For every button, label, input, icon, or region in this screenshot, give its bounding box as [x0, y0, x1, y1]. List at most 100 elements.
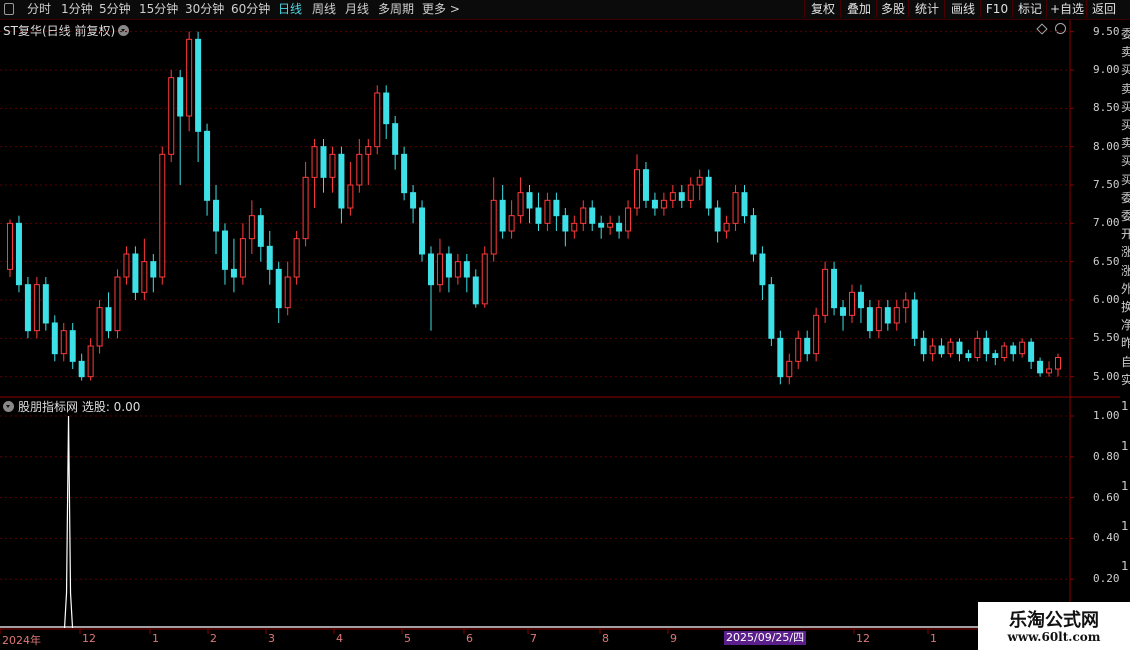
date-tick-label: 7	[530, 632, 537, 645]
candle-body	[105, 307, 112, 332]
candle-body	[965, 353, 972, 358]
price-tick-label: 8.50	[1093, 101, 1120, 115]
side-info-char: 昨	[1121, 336, 1130, 351]
candle-body	[445, 253, 452, 278]
candle-body	[427, 253, 434, 286]
side-info-char: 开	[1121, 227, 1130, 242]
candle-body	[239, 238, 246, 278]
side-info-char: 净	[1121, 318, 1130, 333]
candle-body	[230, 268, 237, 278]
candle-body	[347, 184, 354, 209]
candle-body	[338, 153, 345, 209]
side-info-char: 买	[1121, 172, 1130, 187]
candle-body	[24, 284, 31, 332]
candle-body	[642, 169, 649, 201]
date-tick-label: 8	[602, 632, 609, 645]
candle-body	[177, 77, 184, 117]
candle-body	[517, 192, 524, 217]
side-info-char: 买	[1121, 99, 1130, 114]
side-info-char: 实	[1121, 372, 1130, 387]
candle-body	[96, 307, 103, 347]
candle-body	[705, 176, 712, 209]
candle-body	[257, 215, 264, 247]
side-info-char: 1	[1121, 479, 1129, 493]
candle-body	[902, 299, 909, 309]
candle-body	[410, 192, 417, 209]
side-info-char: 涨	[1121, 263, 1130, 278]
side-info-char: 买	[1121, 118, 1130, 132]
candle-body	[87, 345, 94, 378]
side-info-char: 卖	[1121, 136, 1130, 151]
candle-body	[598, 222, 605, 228]
candle-body	[275, 268, 282, 309]
candle-body	[186, 38, 193, 117]
candle-body	[159, 153, 166, 278]
candle-body	[311, 146, 318, 178]
date-tick-label: 12	[82, 632, 96, 645]
indicator-tick-label: 0.20	[1093, 572, 1120, 586]
candle-body	[51, 322, 58, 355]
price-tick-label: 7.00	[1093, 216, 1120, 230]
candle-body	[741, 192, 748, 217]
candle-body	[857, 291, 864, 309]
candle-body	[669, 192, 676, 201]
candle-body	[454, 261, 461, 278]
candle-body	[938, 345, 945, 355]
candle-body	[132, 253, 139, 293]
candle-body	[7, 222, 13, 270]
indicator-signal-line	[63, 415, 74, 629]
candle-body	[248, 215, 255, 240]
side-info-char: 1	[1121, 399, 1129, 413]
candle-body	[401, 153, 408, 194]
indicator-title-text: 股朋指标网 选股: 0.00	[18, 400, 141, 414]
price-tick-label: 5.50	[1093, 331, 1120, 345]
candle-body	[660, 199, 667, 209]
chevron-down-icon[interactable]	[3, 401, 14, 412]
candle-body	[893, 307, 900, 324]
candle-body	[69, 330, 76, 362]
candle-body	[777, 337, 784, 378]
candle-body	[687, 184, 694, 201]
price-tick-label: 9.00	[1093, 63, 1120, 76]
candle-body	[822, 268, 829, 316]
candle-body	[929, 345, 936, 355]
candle-body	[221, 230, 228, 270]
candle-body	[580, 207, 587, 224]
side-info-char: 1	[1121, 519, 1129, 533]
date-tick-label: 2	[210, 632, 217, 645]
candle-body	[1055, 357, 1061, 370]
candle-body	[499, 199, 506, 232]
candle-body	[732, 192, 739, 224]
price-tick-label: 6.50	[1093, 254, 1120, 268]
date-tick-label: 1	[152, 632, 159, 645]
kline-chart[interactable]	[0, 0, 1130, 650]
indicator-tick-label: 0.80	[1093, 449, 1120, 463]
candle-body	[750, 215, 757, 255]
candle-body	[1010, 345, 1017, 355]
candle-body	[875, 307, 882, 332]
candle-body	[374, 92, 381, 148]
candle-body	[848, 291, 855, 316]
side-info-char: 买	[1121, 63, 1130, 78]
date-tick-label: 1	[930, 632, 937, 645]
candle-body	[804, 337, 811, 355]
candle-body	[759, 253, 766, 286]
watermark: 乐淘公式网 www.60lt.com	[978, 602, 1130, 650]
price-tick-label: 7.50	[1093, 178, 1120, 191]
candle-body	[329, 153, 336, 178]
candle-body	[293, 238, 300, 278]
candle-body	[1001, 345, 1008, 358]
candle-body	[204, 130, 211, 201]
candle-body	[651, 199, 658, 209]
candle-body	[589, 207, 596, 224]
candle-body	[284, 276, 291, 309]
side-info-char: 买	[1121, 154, 1130, 169]
price-tick-label: 6.00	[1093, 293, 1120, 306]
candle-body	[616, 222, 623, 232]
watermark-title: 乐淘公式网	[1009, 610, 1099, 631]
candle-body	[831, 268, 838, 309]
date-tick-label: 9	[670, 632, 677, 645]
candle-body	[168, 77, 175, 155]
candle-body	[1019, 341, 1026, 355]
candle-body	[714, 207, 721, 232]
